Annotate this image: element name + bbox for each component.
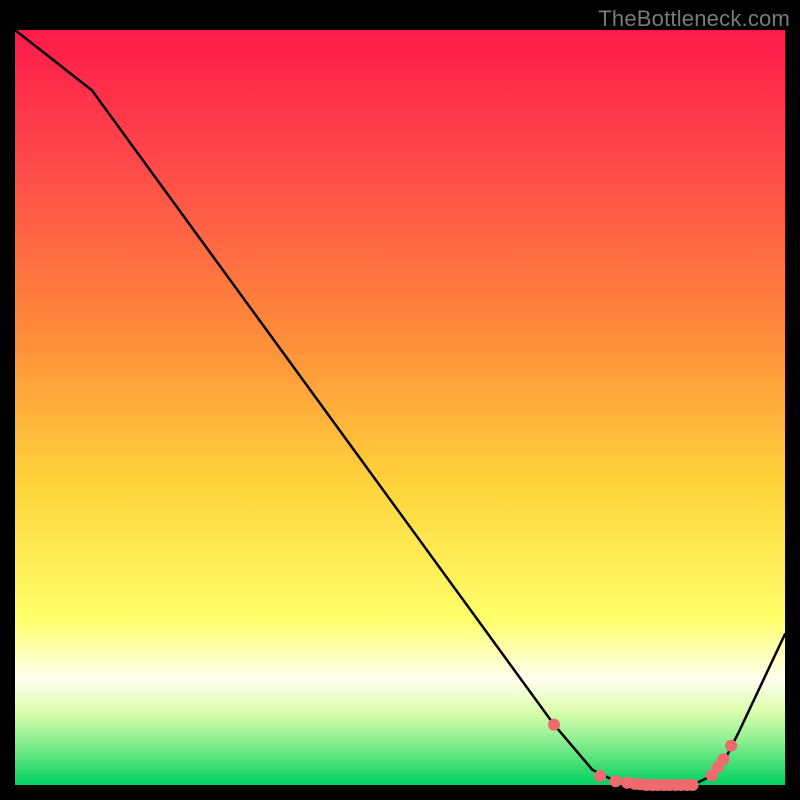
- chart-stage: { "attribution": "TheBottleneck.com", "c…: [0, 0, 800, 800]
- curve-marker: [594, 770, 606, 782]
- curve-marker: [610, 775, 622, 787]
- chart-svg: [0, 0, 800, 800]
- curve-marker: [725, 740, 737, 752]
- attribution-text: TheBottleneck.com: [598, 6, 790, 32]
- curve-marker: [717, 753, 729, 765]
- curve-marker: [687, 779, 699, 791]
- curve-marker: [548, 719, 560, 731]
